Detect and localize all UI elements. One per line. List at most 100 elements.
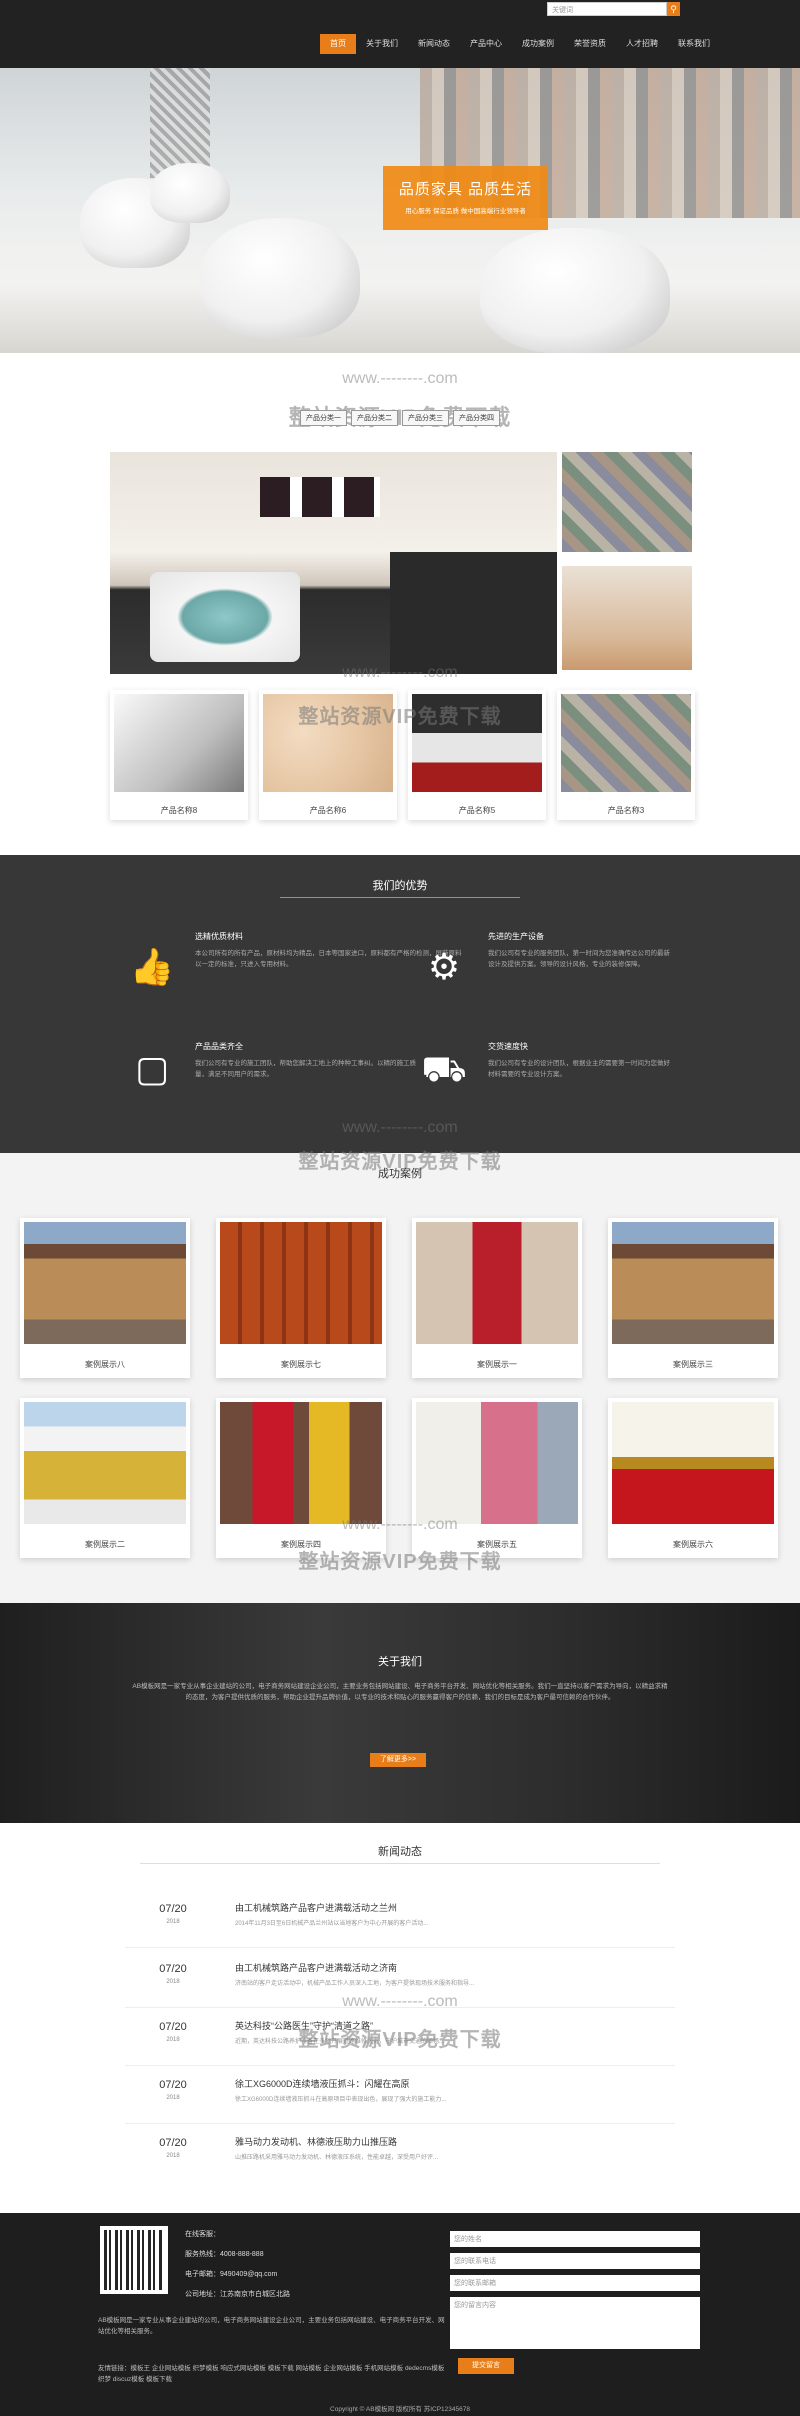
case-name[interactable]: 案例展示一: [412, 1359, 582, 1370]
case-card[interactable]: 案例展示四: [216, 1398, 386, 1558]
news-date: 07/20: [159, 1963, 187, 1975]
nav-item-cases[interactable]: 成功案例: [512, 34, 564, 54]
news-section: 新闻动态 07/20 2018 由工机械筑路产品客户进满载活动之兰州 2014年…: [0, 1823, 800, 2213]
news-headline[interactable]: 由工机械筑路产品客户进满载活动之兰州: [235, 1901, 397, 1914]
truck-icon: ⛟: [421, 1048, 467, 1089]
title-underline: [280, 897, 520, 898]
learn-more-button[interactable]: 了解更多>>: [370, 1753, 426, 1767]
nav-item-about[interactable]: 关于我们: [356, 34, 408, 54]
tab-product-category-4[interactable]: 产品分类四: [453, 410, 500, 426]
product-feature-image[interactable]: [110, 452, 557, 674]
about-title: 关于我们: [378, 1656, 422, 1668]
advantage-title: 先进的生产设备: [488, 932, 544, 941]
email-field[interactable]: 您的联系邮箱: [450, 2275, 700, 2291]
news-headline[interactable]: 雅马动力发动机、林德液压助力山推压路: [235, 2135, 397, 2148]
case-card[interactable]: 案例展示五: [412, 1398, 582, 1558]
case-image: [612, 1222, 774, 1344]
news-date: 07/20: [159, 1903, 187, 1915]
copyright: Copyright © AB模板网 版权所有 苏ICP12345678: [330, 2406, 470, 2413]
news-excerpt: 徐工XG6000D连续墙液压抓斗在高原项目中表现出色，展现了强大的施工能力...: [235, 2097, 447, 2103]
news-year: 2018: [166, 1979, 180, 1985]
news-item[interactable]: 07/20 2018 由工机械筑路产品客户进满载活动之兰州 2014年11月3日…: [125, 1893, 675, 1948]
case-image: [612, 1402, 774, 1524]
submit-button[interactable]: 提交留言: [458, 2358, 514, 2374]
gear-icon: ⚙: [427, 946, 461, 987]
top-header: 关键词 ⚲ 首页 关于我们 新闻动态 产品中心 成功案例 荣誉资质 人才招聘 联…: [0, 0, 800, 68]
product-name[interactable]: 产品名称6: [259, 805, 397, 816]
nav-item-home[interactable]: 首页: [320, 34, 356, 54]
advantage-item: 产品品类齐全 我们公司有专业的施工团队，帮助您解决工地上的种种工事纠。以精的施工…: [195, 1041, 420, 1080]
email-line: 电子邮箱：9490409@qq.com: [185, 2271, 278, 2278]
news-item[interactable]: 07/20 2018 雅马动力发动机、林德液压助力山推压路 山推压路机采用雅马动…: [125, 2127, 675, 2182]
cases-section: www.--------.com 整站资源VIP免费下载 成功案例 案例展示八 …: [0, 1119, 800, 1603]
case-name[interactable]: 案例展示三: [608, 1359, 778, 1370]
search-icon[interactable]: ⚲: [667, 2, 680, 16]
news-date: 07/20: [159, 2137, 187, 2149]
about-text: AB模板网是一家专业从事企业建站的公司，电子商务网站建设企业公司，主要业务包括网…: [132, 1683, 668, 1701]
advantages-title: 我们的优势: [372, 880, 428, 892]
product-tabs: 产品分类一 产品分类二 产品分类三 产品分类四: [0, 410, 800, 426]
case-image: [220, 1402, 382, 1524]
cases-title: 成功案例: [378, 1168, 422, 1180]
product-thumb-tiles[interactable]: [562, 452, 692, 552]
case-name[interactable]: 案例展示七: [216, 1359, 386, 1370]
friend-links[interactable]: 友情链接：模板王 企业网站模板 织梦模板 响应式网站模板 模板下载 网站模板 企…: [98, 2363, 448, 2385]
case-card[interactable]: 案例展示六: [608, 1398, 778, 1558]
case-image: [220, 1222, 382, 1344]
product-name[interactable]: 产品名称3: [557, 805, 695, 816]
news-date: 07/20: [159, 2079, 187, 2091]
product-name[interactable]: 产品名称8: [110, 805, 248, 816]
nav-item-news[interactable]: 新闻动态: [408, 34, 460, 54]
tab-product-category-3[interactable]: 产品分类三: [402, 410, 449, 426]
about-section: 关于我们 AB模板网是一家专业从事企业建站的公司，电子商务网站建设企业公司，主要…: [0, 1603, 800, 1823]
news-headline[interactable]: 徐工XG6000D连续墙液压抓斗：闪耀在高原: [235, 2077, 410, 2090]
advantage-text: 我们公司有专业的设计团队，根据业主的需要第一时间为您做好材料需要的专业设计方案。: [488, 1060, 670, 1078]
hero-chair: [150, 163, 230, 223]
qr-code: [100, 2226, 168, 2294]
nav-item-contact[interactable]: 联系我们: [668, 34, 720, 54]
watermark-url: www.--------.com: [342, 1516, 458, 1533]
hero-banner[interactable]: 品质家具 品质生活 用心服务 保证品质 做中国高端行业领导者: [0, 68, 800, 353]
main-nav: 首页 关于我们 新闻动态 产品中心 成功案例 荣誉资质 人才招聘 联系我们: [320, 34, 720, 54]
news-year: 2018: [166, 2153, 180, 2159]
hero-tile-wall-left: [150, 68, 210, 178]
watermark-text: 整站资源VIP免费下载: [298, 2029, 502, 2051]
advantage-title: 交货速度快: [488, 1042, 528, 1051]
watermark-text: 整站资源VIP免费下载: [298, 706, 502, 728]
case-card[interactable]: 案例展示七: [216, 1218, 386, 1378]
news-excerpt: 济南站的客户走访活动中，机械产品工作人员深入工地，为客户提供现场技术服务和指导.…: [235, 1981, 475, 1987]
case-card[interactable]: 案例展示二: [20, 1398, 190, 1558]
news-headline[interactable]: 由工机械筑路产品客户进满载活动之济南: [235, 1961, 397, 1974]
advantage-item: 交货速度快 我们公司有专业的设计团队，根据业主的需要第一时间为您做好材料需要的专…: [488, 1041, 673, 1080]
tab-product-category-2[interactable]: 产品分类二: [351, 410, 398, 426]
watermark-url: www.--------.com: [342, 1993, 458, 2010]
advantage-text: 我们公司有专业的施工团队，帮助您解决工地上的种种工事纠。以精的施工质量，满足不同…: [195, 1060, 416, 1078]
tab-product-category-1[interactable]: 产品分类一: [300, 410, 347, 426]
watermark-url: www.--------.com: [342, 664, 458, 681]
news-excerpt: 山推压路机采用雅马动力发动机、林德液压系统，性能卓越，深受用户好评...: [235, 2155, 439, 2161]
watermark-url: www.--------.com: [342, 370, 458, 387]
product-name[interactable]: 产品名称5: [408, 805, 546, 816]
nav-item-products[interactable]: 产品中心: [460, 34, 512, 54]
nav-item-jobs[interactable]: 人才招聘: [616, 34, 668, 54]
case-image: [24, 1402, 186, 1524]
advantage-title: 产品品类齐全: [195, 1042, 243, 1051]
message-field[interactable]: 您的留言内容: [450, 2297, 700, 2349]
case-card[interactable]: 案例展示一: [412, 1218, 582, 1378]
product-thumb-faucet[interactable]: [562, 566, 692, 670]
news-item[interactable]: 07/20 2018 徐工XG6000D连续墙液压抓斗：闪耀在高原 徐工XG60…: [125, 2069, 675, 2124]
case-card[interactable]: 案例展示三: [608, 1218, 778, 1378]
nav-item-honors[interactable]: 荣誉资质: [564, 34, 616, 54]
advantage-item: 先进的生产设备 我们公司有专业的服务团队，第一时间为您准确传达公司的最新设计及提…: [488, 931, 673, 970]
case-image: [416, 1222, 578, 1344]
search-input[interactable]: 关键词: [547, 2, 667, 16]
case-image: [24, 1222, 186, 1344]
news-excerpt: 2014年11月3日至6日机械产品兰州站以当地客户为中心开展的客户活动...: [235, 1921, 429, 1927]
case-name[interactable]: 案例展示八: [20, 1359, 190, 1370]
name-field[interactable]: 您的姓名: [450, 2231, 700, 2247]
phone-field[interactable]: 您的联系电话: [450, 2253, 700, 2269]
advantages-section: 我们的优势 👍 选精优质材料 本公司所有的所有产品，原材料均为精品，日本等国家进…: [0, 855, 800, 1153]
case-image: [416, 1402, 578, 1524]
case-card[interactable]: 案例展示八: [20, 1218, 190, 1378]
watermark-text: 整站资源VIP免费下载: [298, 1551, 502, 1573]
